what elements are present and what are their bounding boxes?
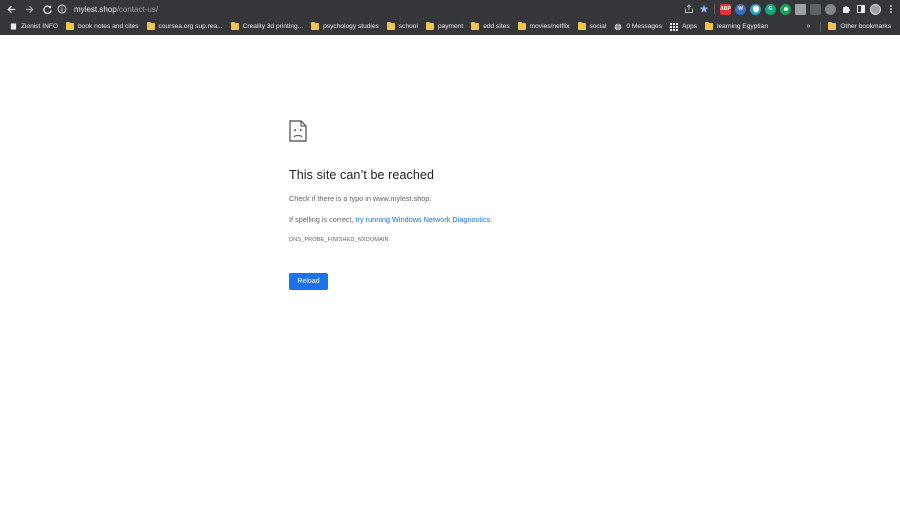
error-suggestion-typo: Check if there is a typo in www.mylest.s…: [289, 194, 432, 203]
adblock-label: ABP: [720, 6, 731, 12]
diagnostics-suffix: .: [490, 215, 493, 224]
folder-icon: [311, 22, 320, 30]
forward-arrow-icon: [25, 5, 34, 13]
share-icon[interactable]: [683, 4, 694, 15]
address-bar[interactable]: mylest.shop/contact-us/: [57, 1, 647, 17]
error-code: DNS_PROBE_FINISHED_NXDOMAIN: [289, 237, 389, 243]
folder-icon: [386, 22, 395, 30]
reload-button[interactable]: Reload: [289, 273, 328, 290]
url-host: mylest.shop: [74, 4, 117, 14]
diagnostics-link[interactable]: try running Windows Network Diagnostics: [356, 215, 491, 224]
bookmarks-overflow-button[interactable]: »: [801, 23, 817, 30]
bookmark-folder[interactable]: social: [575, 20, 612, 34]
apps-grid-icon: [670, 22, 678, 31]
bookmark-label: school: [398, 23, 418, 30]
bookmark-messages[interactable]: 0 Messages: [611, 20, 667, 34]
bookmarks-divider: [820, 21, 822, 32]
globe-icon: [614, 22, 622, 31]
folder-icon: [66, 22, 75, 30]
bookmark-label: Zionist INFO: [21, 23, 59, 30]
page-icon: [9, 23, 17, 31]
extension-dark-icon[interactable]: [810, 3, 821, 15]
site-info-icon[interactable]: [57, 4, 67, 14]
diagnostics-prefix: If spelling is correct,: [289, 215, 356, 224]
bookmark-folder[interactable]: book notes and cites: [63, 20, 143, 34]
bookmark-label: coursea.org sup.rea...: [158, 23, 223, 30]
bookmark-folder[interactable]: school: [384, 20, 423, 34]
bookmark-folder[interactable]: movies/netflix: [515, 20, 575, 34]
bookmark-label: 0 Messages: [626, 23, 662, 30]
bookmark-label: book notes and cites: [78, 23, 139, 30]
bookmark-folder[interactable]: payment: [423, 20, 468, 34]
bookmark-label: social: [589, 23, 607, 30]
extension-circle-icon[interactable]: [825, 3, 836, 15]
folder-icon: [577, 22, 586, 30]
folder-icon: [230, 22, 239, 30]
sad-page-icon: [289, 120, 307, 142]
forward-button[interactable]: [20, 0, 38, 18]
error-title: This site can’t be reached: [289, 168, 435, 182]
bookmark-folder[interactable]: coursea.org sup.rea...: [144, 20, 228, 34]
extensions-puzzle-icon[interactable]: [840, 4, 851, 15]
bookmark-zionist-info[interactable]: Zionist INFO: [6, 20, 63, 34]
other-bookmarks[interactable]: Other bookmarks: [825, 20, 896, 34]
extension-w-icon[interactable]: W: [735, 3, 746, 15]
extension-green-icon[interactable]: [780, 3, 791, 15]
reload-browser-button[interactable]: [38, 0, 56, 18]
refresh-icon: [42, 4, 52, 14]
toolbar-actions: ABP W G: [683, 0, 896, 18]
adblock-plus-icon[interactable]: ABP: [720, 3, 731, 15]
error-suggestion-diagnostics: If spelling is correct, try running Wind…: [289, 215, 492, 224]
bookmarks-bar: Zionist INFO book notes and cites course…: [0, 18, 900, 35]
bookmark-folder[interactable]: learning Egyptian: [702, 20, 773, 34]
bookmark-label: learning Egyptian: [717, 23, 768, 30]
bookmark-star-icon[interactable]: [698, 4, 709, 15]
bookmark-folder[interactable]: edd sites: [468, 20, 514, 34]
extension-shield-icon[interactable]: [750, 3, 761, 15]
bookmark-label: Apps: [682, 23, 698, 30]
toolbar-divider: [714, 4, 715, 14]
back-arrow-icon: [6, 5, 15, 13]
other-bookmarks-label: Other bookmarks: [840, 23, 891, 30]
folder-icon: [705, 22, 714, 30]
menu-kebab-icon[interactable]: [885, 4, 896, 15]
url-path: /contact-us/: [116, 4, 159, 14]
bookmark-label: psychology studies: [323, 23, 379, 30]
side-panel-icon[interactable]: [855, 4, 866, 15]
folder-icon: [828, 22, 837, 30]
profile-avatar[interactable]: [870, 3, 881, 15]
folder-icon: [146, 22, 155, 30]
bookmark-label: edd sites: [483, 23, 510, 30]
bookmark-label: payment: [437, 23, 464, 30]
error-page: This site can’t be reached Check if ther…: [0, 35, 900, 521]
bookmarks-right-group: » Other bookmarks: [801, 18, 896, 35]
bookmark-folder[interactable]: psychology studies: [308, 20, 384, 34]
folder-icon: [425, 22, 434, 30]
extension-gray-square-icon[interactable]: [795, 3, 806, 15]
folder-icon: [471, 22, 480, 30]
bookmark-label: movies/netflix: [529, 23, 570, 30]
bookmark-folder[interactable]: Creality 3d printing...: [228, 20, 308, 34]
extension-grammar-icon[interactable]: G: [765, 3, 776, 15]
folder-icon: [517, 22, 526, 30]
browser-toolbar: mylest.shop/contact-us/ ABP W G: [0, 0, 900, 18]
bookmark-label: Creality 3d printing...: [242, 23, 304, 30]
bookmark-apps[interactable]: Apps: [667, 20, 702, 34]
back-button[interactable]: [2, 0, 20, 18]
